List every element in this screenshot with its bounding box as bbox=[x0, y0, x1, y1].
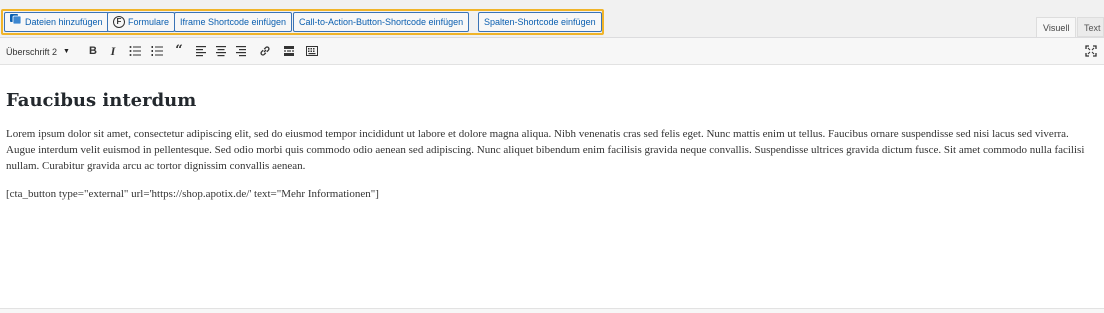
align-right-button[interactable] bbox=[233, 43, 249, 59]
columns-shortcode-label: Spalten-Shortcode einfügen bbox=[484, 17, 596, 27]
toolbar-toggle-button[interactable] bbox=[304, 43, 320, 59]
link-icon bbox=[260, 46, 270, 56]
align-left-icon bbox=[196, 46, 206, 57]
format-select[interactable]: Überschrift 2 ▼ bbox=[6, 44, 70, 60]
add-media-icon bbox=[10, 13, 22, 31]
read-more-icon bbox=[284, 46, 294, 56]
bulleted-list-icon bbox=[129, 46, 141, 56]
blockquote-button[interactable]: “ bbox=[171, 43, 187, 59]
align-right-icon bbox=[236, 46, 246, 57]
chevron-down-icon: ▼ bbox=[63, 48, 70, 55]
align-center-icon bbox=[216, 46, 226, 57]
status-bar bbox=[0, 308, 1104, 313]
tab-text[interactable]: Text bbox=[1077, 17, 1104, 37]
content-heading: Faucibus interdum bbox=[6, 90, 197, 111]
italic-button[interactable]: I bbox=[105, 43, 121, 59]
read-more-button[interactable] bbox=[281, 43, 297, 59]
numbered-list-icon bbox=[151, 46, 163, 56]
forms-label: Formulare bbox=[128, 17, 170, 27]
editor-content[interactable]: Faucibus interdum Lorem ipsum dolor sit … bbox=[0, 66, 1104, 308]
fullscreen-button[interactable] bbox=[1083, 43, 1099, 59]
iframe-shortcode-label: Iframe Shortcode einfügen bbox=[180, 17, 287, 27]
align-center-button[interactable] bbox=[213, 43, 229, 59]
columns-shortcode-button[interactable]: Spalten-Shortcode einfügen bbox=[478, 12, 602, 32]
keyboard-icon bbox=[306, 46, 318, 56]
content-paragraph: Lorem ipsum dolor sit amet, consectetur … bbox=[6, 128, 1085, 172]
bold-icon: B bbox=[89, 45, 97, 57]
numbered-list-button[interactable] bbox=[149, 43, 165, 59]
add-media-button[interactable]: Dateien hinzufügen bbox=[4, 12, 109, 32]
add-media-label: Dateien hinzufügen bbox=[25, 17, 103, 27]
cta-shortcode-label: Call-to-Action-Button-Shortcode einfügen bbox=[299, 17, 464, 27]
cta-shortcode-button[interactable]: Call-to-Action-Button-Shortcode einfügen bbox=[293, 12, 470, 32]
media-buttons-bar: Dateien hinzufügen F Formulare Iframe Sh… bbox=[0, 0, 1104, 37]
italic-icon: I bbox=[110, 44, 116, 58]
editor: Überschrift 2 ▼ B I “ Faucibus interdum … bbox=[0, 37, 1104, 313]
iframe-shortcode-button[interactable]: Iframe Shortcode einfügen bbox=[174, 12, 293, 32]
align-left-button[interactable] bbox=[193, 43, 209, 59]
link-button[interactable] bbox=[257, 43, 273, 59]
tab-text-label: Text bbox=[1084, 23, 1101, 33]
bold-button[interactable]: B bbox=[85, 43, 101, 59]
format-select-value: Überschrift 2 bbox=[6, 47, 58, 57]
tab-visual[interactable]: Visuell bbox=[1036, 17, 1076, 37]
forms-button[interactable]: F Formulare bbox=[107, 12, 176, 32]
bulleted-list-button[interactable] bbox=[127, 43, 143, 59]
fullscreen-icon bbox=[1085, 45, 1097, 57]
tab-visual-label: Visuell bbox=[1043, 23, 1070, 33]
forms-icon: F bbox=[113, 16, 125, 28]
cta-shortcode-text: [cta_button type="external" url='https:/… bbox=[6, 188, 379, 200]
editor-toolbar: Überschrift 2 ▼ B I “ bbox=[0, 38, 1104, 65]
blockquote-icon: “ bbox=[175, 43, 183, 58]
